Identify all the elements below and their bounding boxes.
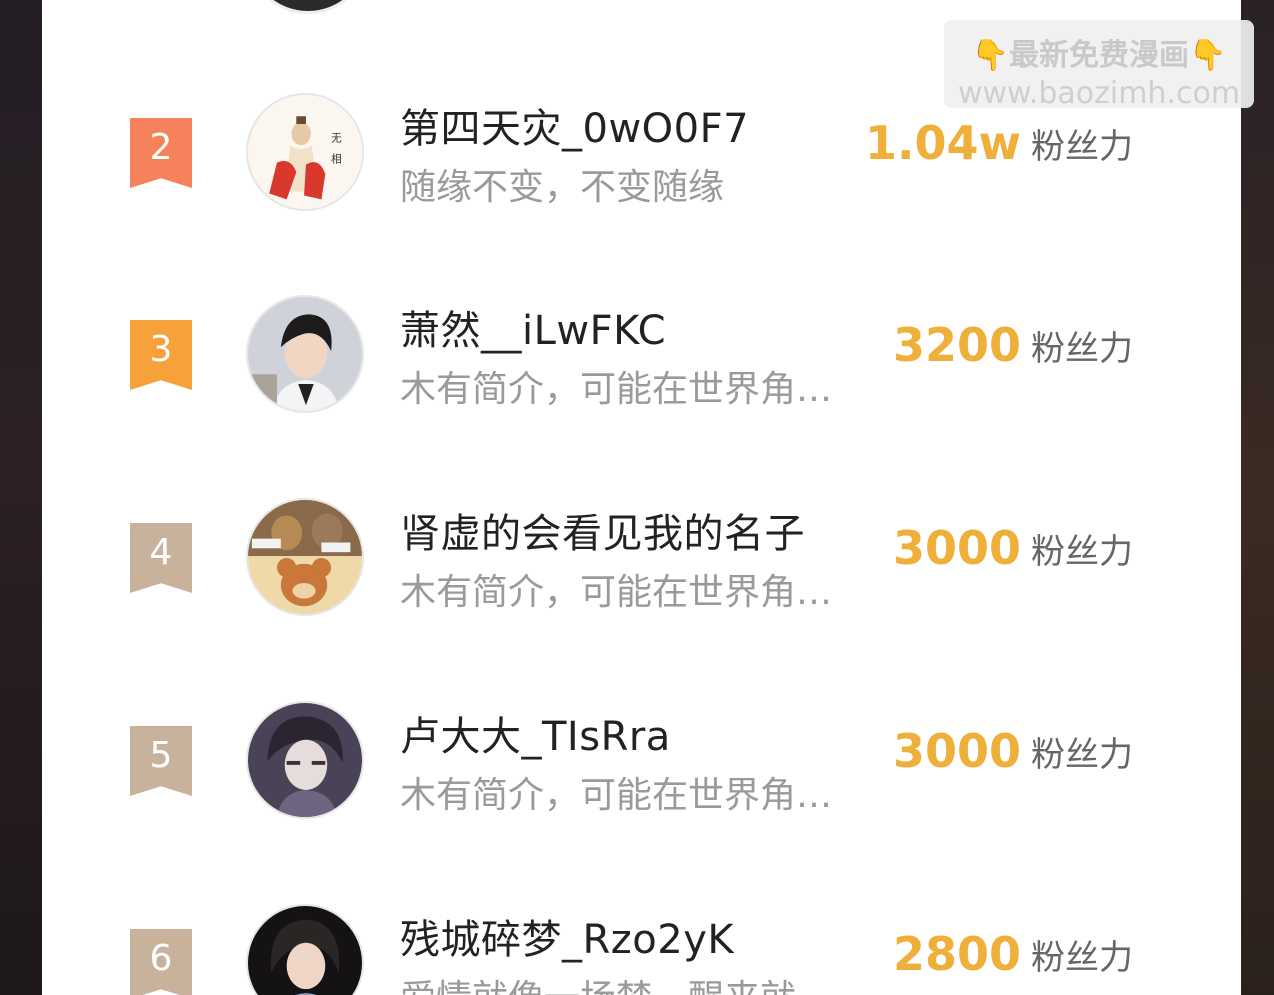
fans-value: 1.04w: [865, 116, 1021, 170]
background-right: [1241, 0, 1274, 995]
watermark-url: www.baozimh.com: [957, 76, 1241, 111]
user-name[interactable]: 肾虚的会看见我的名子: [400, 501, 805, 559]
fans-power: 1.04w 粉丝力: [865, 116, 1133, 170]
rank-badge: 6: [130, 929, 192, 995]
ranking-row[interactable]: 6 残城碎梦_Rzo2yK 爱情就像一场梦，醒来就 2800粉丝力: [42, 893, 1241, 995]
avatar[interactable]: [246, 498, 364, 616]
avatar-previous-row[interactable]: [246, 0, 370, 14]
avatar[interactable]: [246, 295, 364, 413]
fans-unit: 粉丝力: [1031, 937, 1133, 978]
user-bio: 木有简介，可能在世界角落里发呆: [400, 775, 842, 816]
fans-value: 3000: [892, 521, 1021, 575]
avatar[interactable]: [246, 701, 364, 819]
avatar[interactable]: [246, 904, 364, 995]
fans-power: 3000 粉丝力: [893, 724, 1133, 778]
user-bio: 木有简介，可能在世界角落里发呆: [400, 572, 842, 613]
svg-text:相: 相: [331, 153, 342, 166]
fans-value: 2800: [892, 927, 1021, 981]
background-left: [0, 0, 42, 995]
fans-ranking-panel: 2 无 相 第四天灾_0wO0F7 随缘不变，不变随缘 1.04w粉丝力 3: [42, 0, 1241, 995]
user-bio: 爱情就像一场梦，醒来就: [400, 969, 842, 995]
rank-badge: 2: [130, 118, 192, 188]
user-name[interactable]: 第四天灾_0wO0F7: [400, 96, 749, 154]
pointing-down-icon: 👇: [1189, 38, 1227, 73]
ranking-row[interactable]: 4 肾虚的会看见我的名子 木有简介，可能在世界角落里发呆 3000粉丝力: [42, 487, 1241, 627]
user-bio: 随缘不变，不变随缘: [400, 167, 725, 208]
svg-text:无: 无: [331, 131, 342, 144]
fans-unit: 粉丝力: [1031, 126, 1133, 167]
rank-badge: 3: [130, 320, 192, 390]
user-name[interactable]: 残城碎梦_Rzo2yK: [400, 907, 734, 965]
ranking-row[interactable]: 3 萧然__iLwFKC 木有简介，可能在世界角落里发呆 3200粉丝力: [42, 284, 1241, 424]
watermark: 👇最新免费漫画👇 www.baozimh.com: [944, 20, 1254, 111]
fans-power: 3000 粉丝力: [893, 521, 1133, 575]
watermark-title: 👇最新免费漫画👇: [944, 30, 1254, 74]
fans-power: 3200 粉丝力: [893, 318, 1133, 372]
rank-badge: 5: [130, 726, 192, 796]
fans-unit: 粉丝力: [1031, 328, 1133, 369]
user-name[interactable]: 卢大大_TIsRra: [400, 704, 671, 762]
pointing-down-icon: 👇: [971, 38, 1009, 73]
user-bio: 木有简介，可能在世界角落里发呆: [400, 369, 842, 410]
fans-value: 3200: [892, 318, 1021, 372]
fans-power: 2800 粉丝力: [893, 927, 1133, 981]
avatar[interactable]: 无 相: [246, 93, 364, 211]
rank-badge: 4: [130, 523, 192, 593]
fans-value: 3000: [892, 724, 1021, 778]
user-name[interactable]: 萧然__iLwFKC: [400, 298, 666, 356]
fans-unit: 粉丝力: [1031, 531, 1133, 572]
watermark-text: 最新免费漫画: [1009, 38, 1189, 73]
ranking-row[interactable]: 5 卢大大_TIsRra 木有简介，可能在世界角落里发呆 3000粉丝力: [42, 690, 1241, 830]
fans-unit: 粉丝力: [1031, 734, 1133, 775]
